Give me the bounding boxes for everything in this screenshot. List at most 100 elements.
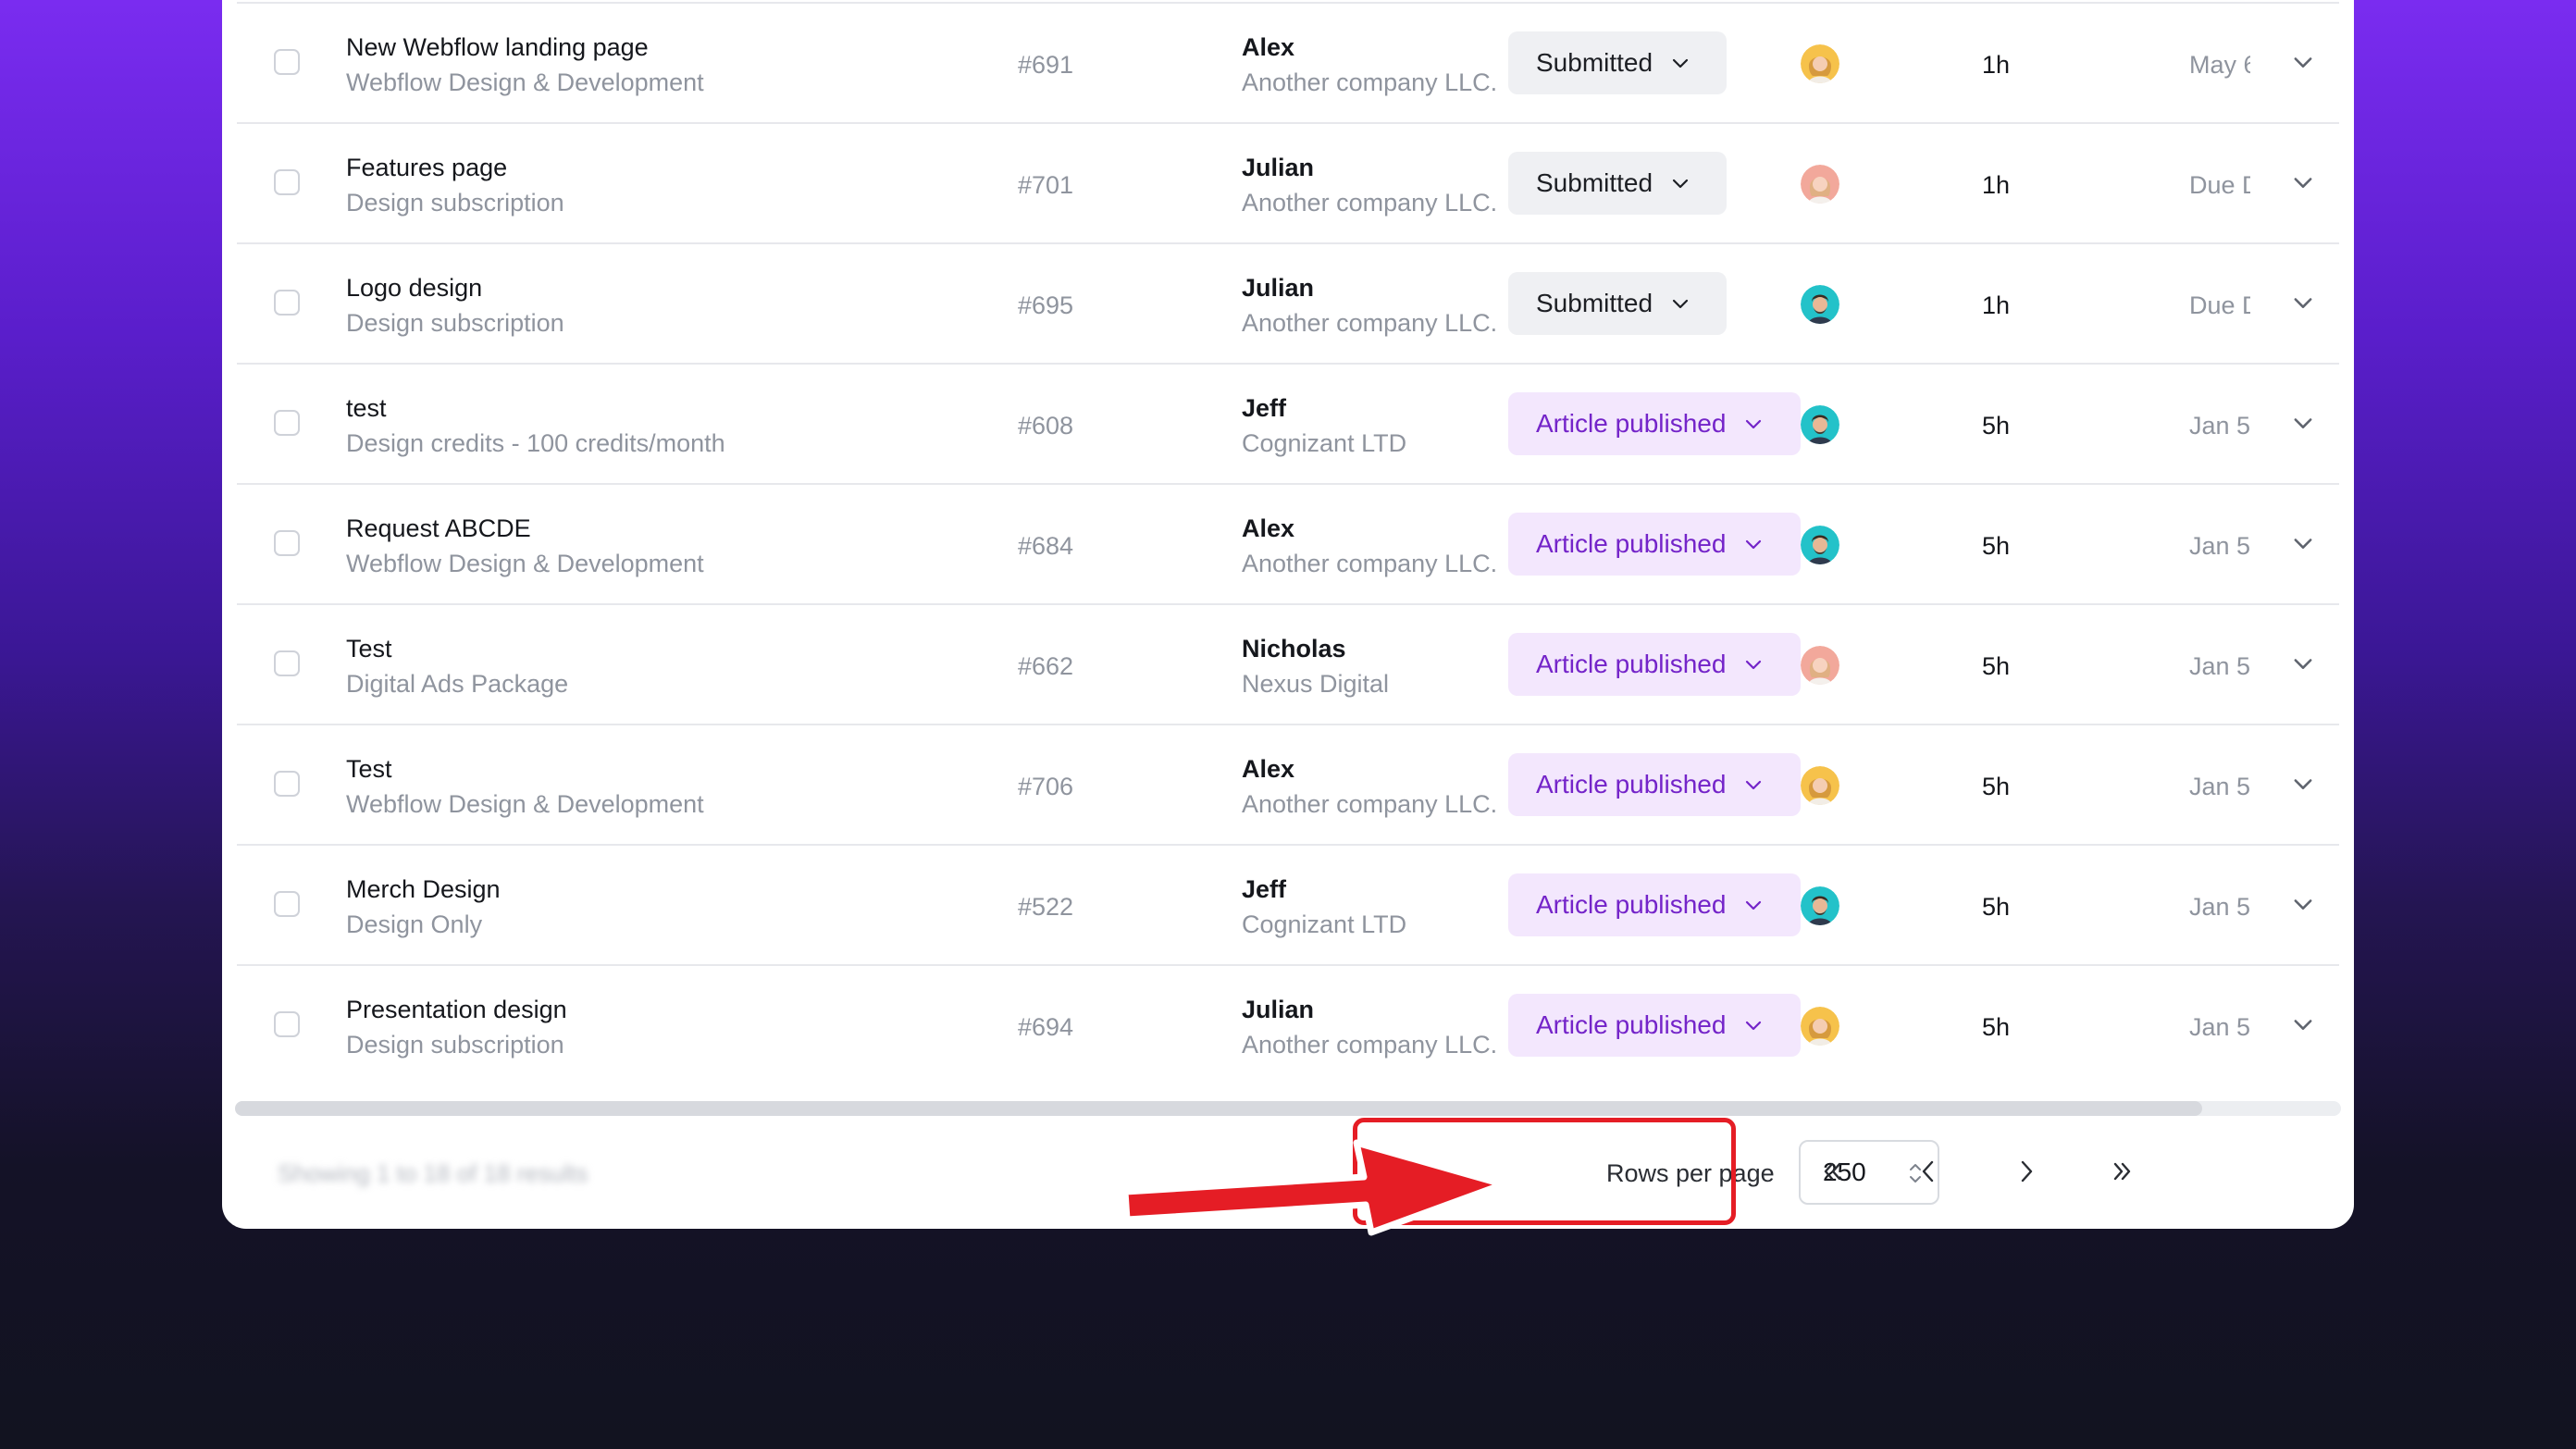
request-number: #701 (1018, 171, 1074, 199)
expand-row-button[interactable] (2289, 52, 2317, 76)
due-date: Due Date (2189, 171, 2250, 199)
status-dropdown[interactable]: Article published (1508, 994, 1801, 1057)
table-row[interactable]: Features page Design subscription #701 J… (237, 122, 2339, 242)
next-page-button[interactable] (2004, 1151, 2049, 1195)
assignee-avatar[interactable] (1801, 766, 1839, 805)
assignee-avatar[interactable] (1801, 886, 1839, 925)
results-summary: Showing 1 to 18 of 18 results (278, 1159, 588, 1187)
request-title[interactable]: New Webflow landing page (346, 33, 649, 62)
table-row[interactable]: New Webflow landing page Webflow Design … (237, 2, 2339, 122)
request-title[interactable]: Test (346, 635, 392, 663)
horizontal-scrollbar-thumb[interactable] (235, 1101, 2202, 1116)
horizontal-scrollbar[interactable] (235, 1101, 2341, 1116)
request-title[interactable]: Test (346, 755, 392, 784)
status-dropdown[interactable]: Article published (1508, 392, 1801, 455)
client-name: Jeff (1242, 875, 1287, 903)
request-title[interactable]: Presentation design (346, 996, 567, 1024)
status-dropdown[interactable]: Article published (1508, 873, 1801, 936)
assignee-avatar[interactable] (1801, 646, 1839, 685)
time-elapsed: 1h (1982, 171, 2011, 199)
row-checkbox[interactable] (274, 530, 300, 556)
row-checkbox[interactable] (274, 1011, 300, 1037)
chevron-down-icon (1742, 1014, 1765, 1036)
assignee-avatar[interactable] (1801, 44, 1839, 83)
assignee-avatar[interactable] (1801, 405, 1839, 444)
chevron-down-icon (1742, 774, 1765, 796)
table-row[interactable]: Presentation design Design subscription … (237, 964, 2339, 1084)
expand-row-button[interactable] (2289, 413, 2317, 437)
assignee-avatar[interactable] (1801, 526, 1839, 564)
table-row[interactable]: Merch Design Design Only #522 Jeff Cogni… (237, 844, 2339, 964)
time-elapsed: 5h (1982, 1013, 2011, 1041)
chevron-down-icon (2290, 49, 2316, 80)
request-number: #608 (1018, 412, 1074, 440)
assignee-avatar[interactable] (1801, 165, 1839, 204)
row-checkbox[interactable] (274, 891, 300, 917)
status-label: Article published (1536, 529, 1727, 558)
status-label: Article published (1536, 1010, 1727, 1039)
previous-page-button[interactable] (1906, 1151, 1951, 1195)
table-row[interactable]: Request ABCDE Webflow Design & Developme… (237, 483, 2339, 603)
assignee-avatar[interactable] (1801, 1007, 1839, 1046)
request-number: #684 (1018, 532, 1074, 560)
chevrons-left-icon (1818, 1158, 1846, 1190)
status-dropdown[interactable]: Submitted (1508, 152, 1727, 215)
request-number: #691 (1018, 51, 1074, 79)
expand-row-button[interactable] (2289, 653, 2317, 677)
last-page-button[interactable] (2100, 1151, 2145, 1195)
chevron-down-icon (2290, 891, 2316, 922)
request-service: Design credits - 100 credits/month (346, 429, 725, 457)
status-dropdown[interactable]: Article published (1508, 753, 1801, 816)
time-elapsed: 1h (1982, 51, 2011, 79)
status-dropdown[interactable]: Article published (1508, 513, 1801, 576)
chevrons-right-icon (2109, 1158, 2136, 1190)
first-page-button[interactable] (1810, 1151, 1854, 1195)
request-title[interactable]: Features page (346, 154, 507, 182)
expand-row-button[interactable] (2289, 172, 2317, 196)
time-elapsed: 5h (1982, 532, 2011, 560)
request-title[interactable]: Merch Design (346, 875, 501, 904)
client-name: Alex (1242, 514, 1295, 542)
chevron-down-icon (2290, 771, 2316, 801)
due-date: Due Date (2189, 291, 2250, 319)
client-company: Another company LLC. (1242, 309, 1498, 337)
row-checkbox[interactable] (274, 169, 300, 195)
due-date: Jan 5 (2189, 532, 2250, 560)
due-date: Jan 5 (2189, 773, 2250, 800)
status-dropdown[interactable]: Submitted (1508, 31, 1727, 94)
expand-row-button[interactable] (2289, 894, 2317, 918)
due-date: Jan 5 (2189, 1013, 2250, 1041)
client-company: Cognizant LTD (1242, 429, 1407, 457)
chevron-down-icon (1742, 894, 1765, 916)
table-row[interactable]: test Design credits - 100 credits/month … (237, 363, 2339, 483)
row-checkbox[interactable] (274, 290, 300, 316)
table-row[interactable]: Logo design Design subscription #695 Jul… (237, 242, 2339, 363)
chevron-down-icon (1669, 172, 1691, 194)
row-checkbox[interactable] (274, 771, 300, 797)
expand-row-button[interactable] (2289, 533, 2317, 557)
status-label: Submitted (1536, 48, 1653, 77)
request-title[interactable]: Request ABCDE (346, 514, 531, 543)
expand-row-button[interactable] (2289, 774, 2317, 798)
status-dropdown[interactable]: Article published (1508, 633, 1801, 696)
expand-row-button[interactable] (2289, 292, 2317, 316)
request-title[interactable]: Logo design (346, 274, 482, 303)
row-checkbox[interactable] (274, 650, 300, 676)
table-row[interactable]: Test Webflow Design & Development #706 A… (237, 724, 2339, 844)
client-company: Nexus Digital (1242, 670, 1390, 698)
client-company: Another company LLC. (1242, 189, 1498, 217)
request-service: Webflow Design & Development (346, 790, 704, 818)
assignee-avatar[interactable] (1801, 285, 1839, 324)
row-checkbox[interactable] (274, 49, 300, 75)
chevron-down-icon (2290, 290, 2316, 320)
status-dropdown[interactable]: Submitted (1508, 272, 1727, 335)
client-company: Another company LLC. (1242, 68, 1498, 96)
time-elapsed: 5h (1982, 773, 2011, 800)
client-name: Alex (1242, 33, 1295, 61)
request-title[interactable]: test (346, 394, 387, 423)
chevron-down-icon (2290, 650, 2316, 681)
client-name: Nicholas (1242, 635, 1346, 663)
expand-row-button[interactable] (2289, 1014, 2317, 1038)
table-row[interactable]: Test Digital Ads Package #662 Nicholas N… (237, 603, 2339, 724)
row-checkbox[interactable] (274, 410, 300, 436)
